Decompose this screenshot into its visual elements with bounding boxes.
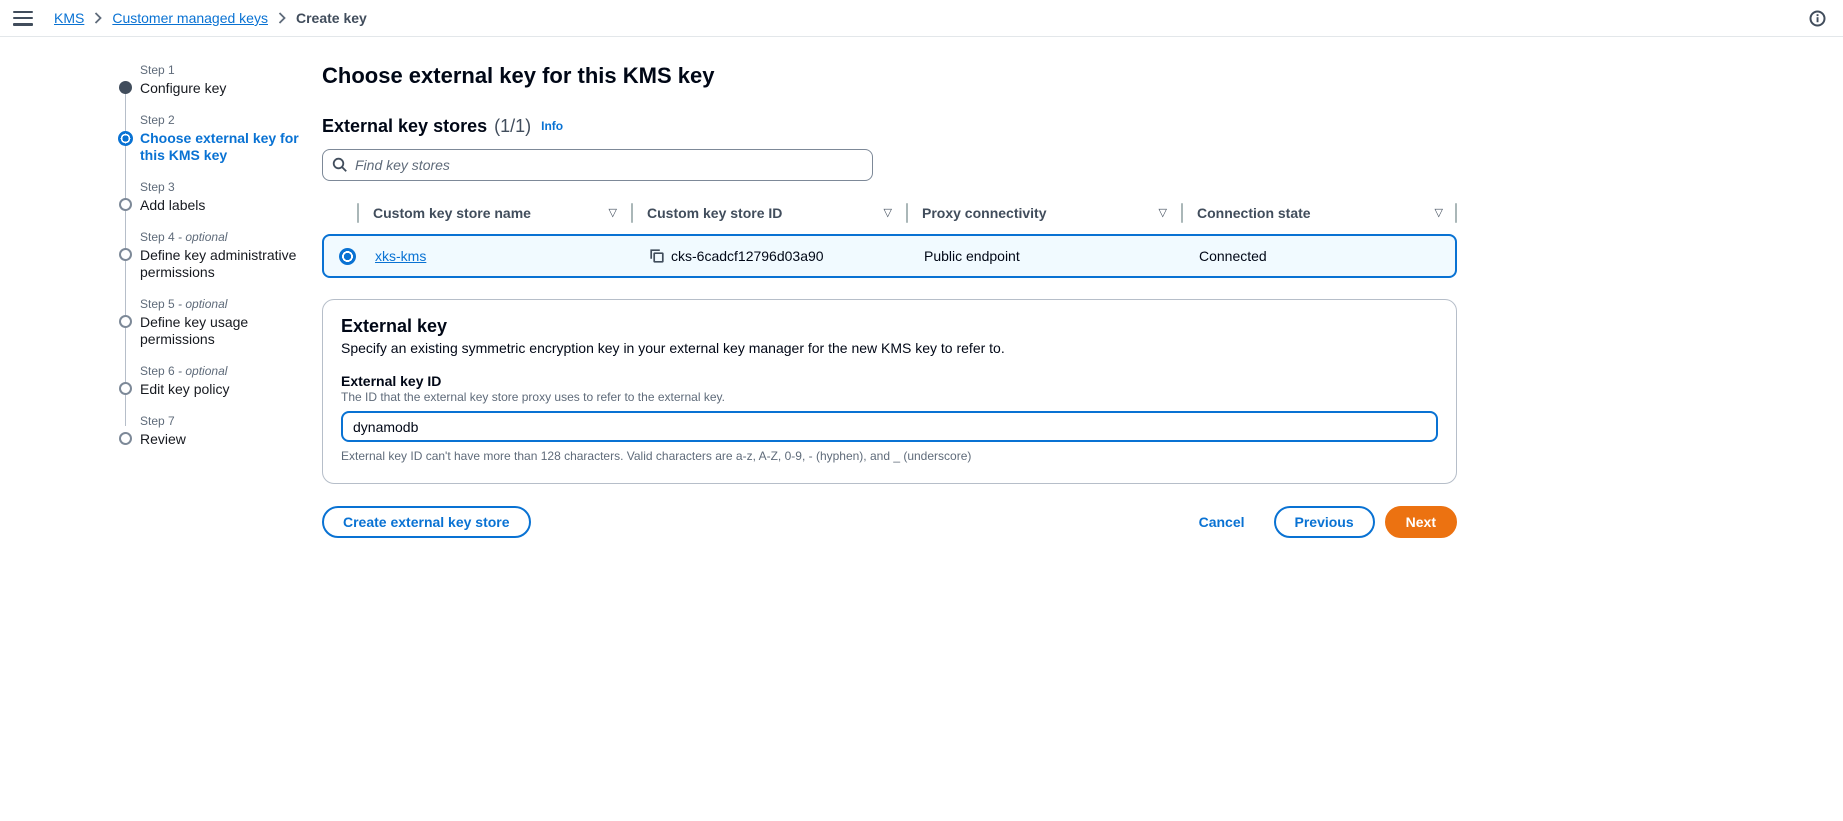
column-header-custom-key-store-id: Custom key store ID ▽	[631, 199, 906, 227]
step-1-configure-key[interactable]: Step 1 Configure key	[119, 62, 322, 97]
info-icon[interactable]	[1809, 10, 1826, 27]
external-key-panel-title: External key	[341, 316, 448, 336]
breadcrumb-create-key: Create key	[295, 10, 367, 26]
key-stores-table-header: Custom key store name ▽ Custom key store…	[322, 199, 1457, 227]
external-key-stores-header: External key stores (1/1) Info	[322, 116, 1457, 137]
cell-key-store-id: cks-6cadcf12796d03a90	[633, 248, 908, 264]
step-5-define-key-usage-permissions[interactable]: Step 5 - optional Define key usage permi…	[119, 296, 322, 348]
breadcrumb-kms[interactable]: KMS	[54, 10, 84, 26]
step-3-add-labels[interactable]: Step 3 Add labels	[119, 179, 322, 214]
step-upcoming-dot-icon	[119, 315, 132, 328]
external-key-id-input[interactable]	[341, 411, 1438, 442]
column-header-custom-key-store-name: Custom key store name ▽	[357, 199, 631, 227]
external-key-id-label: External key ID	[341, 373, 442, 389]
external-key-stores-title: External key stores	[322, 116, 488, 136]
step-upcoming-dot-icon	[119, 432, 132, 445]
step-active-dot-icon	[118, 131, 133, 146]
key-store-search-box[interactable]	[322, 149, 873, 181]
external-key-id-description: The ID that the external key store proxy…	[341, 390, 725, 404]
step-title: Configure key	[140, 80, 227, 96]
key-stores-count: (1/1)	[494, 116, 532, 136]
external-key-panel-description: Specify an existing symmetric encryption…	[341, 340, 1005, 356]
cell-proxy-connectivity: Public endpoint	[924, 248, 1020, 264]
step-title: Edit key policy	[140, 381, 230, 397]
step-number: Step 1	[140, 63, 175, 77]
key-store-name-link[interactable]: xks-kms	[375, 248, 426, 264]
breadcrumb: KMS Customer managed keys Create key	[54, 10, 367, 26]
create-external-key-store-button[interactable]: Create external key store	[322, 506, 531, 538]
step-upcoming-dot-icon	[119, 382, 132, 395]
step-title: Review	[140, 431, 186, 447]
row-radio-cell	[324, 247, 359, 265]
radio-selected-icon[interactable]	[339, 247, 356, 265]
key-store-row-selected[interactable]: xks-kms cks-6cadcf12796d03a90 Public end…	[322, 234, 1457, 278]
cell-key-store-name: xks-kms	[359, 248, 633, 264]
wizard-actions: Create external key store Cancel Previou…	[322, 506, 1457, 538]
step-completed-dot-icon	[119, 81, 132, 94]
menu-hamburger-icon[interactable]	[13, 10, 33, 26]
cancel-button[interactable]: Cancel	[1199, 506, 1245, 538]
step-title: Choose external key for this KMS key	[140, 130, 299, 163]
step-6-edit-key-policy[interactable]: Step 6 - optional Edit key policy	[119, 363, 322, 398]
step-title: Define key usage permissions	[140, 314, 249, 347]
cell-connection-state: Connected	[1199, 248, 1267, 264]
info-link[interactable]: Info	[541, 119, 563, 133]
external-key-panel: External key Specify an existing symmetr…	[322, 299, 1457, 484]
step-7-review[interactable]: Step 7 Review	[119, 413, 322, 448]
step-4-define-key-administrative-permissions[interactable]: Step 4 - optional Define key administrat…	[119, 229, 322, 281]
column-header-proxy-connectivity: Proxy connectivity ▽	[906, 199, 1181, 227]
sort-dropdown-icon[interactable]: ▽	[1435, 207, 1443, 219]
sort-dropdown-icon[interactable]: ▽	[609, 207, 617, 219]
chevron-right-icon	[278, 12, 286, 24]
main-content: Choose external key for this KMS key Ext…	[322, 37, 1457, 538]
step-number: Step 3	[140, 180, 175, 194]
breadcrumb-customer-managed-keys[interactable]: Customer managed keys	[112, 10, 268, 26]
step-title: Define key administrative permissions	[140, 247, 297, 280]
copy-icon[interactable]	[649, 248, 665, 264]
search-input[interactable]	[355, 157, 863, 173]
sort-dropdown-icon[interactable]: ▽	[1159, 207, 1167, 219]
step-optional-flag: - optional	[178, 230, 228, 244]
previous-button[interactable]: Previous	[1273, 506, 1375, 538]
wizard-step-navigation: Step 1 Configure key Step 2 Choose exter…	[0, 37, 322, 463]
step-number: Step 5	[140, 297, 175, 311]
page-title: Choose external key for this KMS key	[322, 63, 715, 88]
chevron-right-icon	[94, 12, 103, 24]
sort-dropdown-icon[interactable]: ▽	[884, 207, 892, 219]
step-number: Step 7	[140, 414, 175, 428]
step-optional-flag: - optional	[178, 297, 228, 311]
step-title: Add labels	[140, 197, 206, 213]
step-upcoming-dot-icon	[119, 198, 132, 211]
external-key-id-constraint-text: External key ID can't have more than 128…	[341, 449, 972, 463]
step-2-choose-external-key[interactable]: Step 2 Choose external key for this KMS …	[118, 112, 322, 164]
step-optional-flag: - optional	[178, 364, 228, 378]
step-number: Step 6	[140, 364, 175, 378]
search-icon	[332, 157, 348, 173]
step-number: Step 2	[140, 113, 175, 127]
step-upcoming-dot-icon	[119, 248, 132, 261]
top-navigation-bar: KMS Customer managed keys Create key	[0, 0, 1843, 37]
next-button[interactable]: Next	[1384, 506, 1457, 538]
key-store-id-value: cks-6cadcf12796d03a90	[671, 248, 824, 264]
step-number: Step 4	[140, 230, 175, 244]
column-header-connection-state: Connection state ▽	[1181, 199, 1457, 227]
